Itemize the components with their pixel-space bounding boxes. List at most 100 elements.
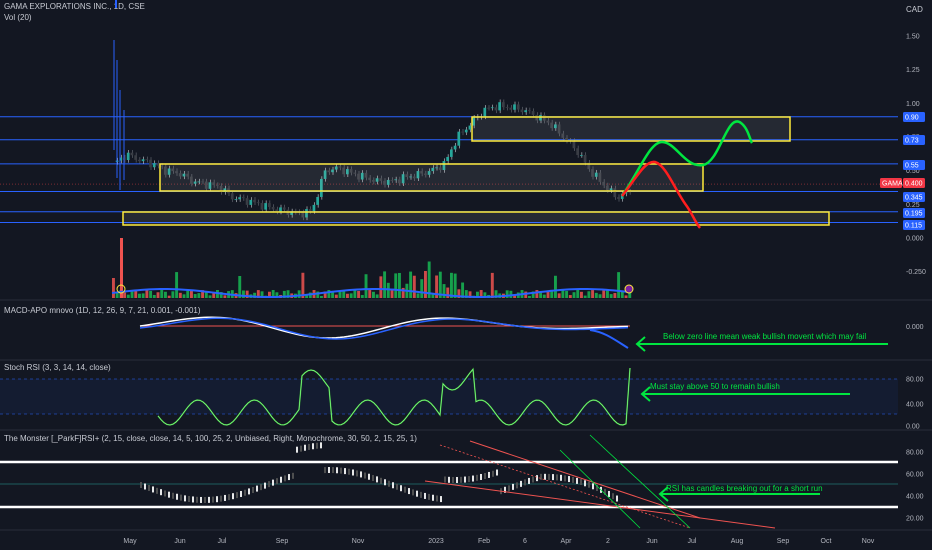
volume-bar (535, 290, 539, 298)
rsi-candle (480, 473, 482, 480)
price-badge-label: 0.90 (905, 115, 919, 122)
rsi-candle (404, 486, 406, 493)
rsi-candle (572, 476, 574, 483)
volume-bar (583, 295, 587, 298)
rsi-candle (192, 496, 194, 503)
rsi-candle (468, 476, 470, 483)
x-axis-label: 2023 (428, 538, 444, 545)
rsi-candle (592, 483, 594, 490)
price-badge-label: 0.73 (905, 138, 919, 145)
rsi-candle (164, 490, 166, 497)
monster-axis-label: 80.00 (906, 450, 924, 457)
rsi-candle (316, 442, 318, 449)
rsi-candle (540, 473, 542, 480)
candle (138, 159, 141, 162)
volume-bar (167, 295, 171, 298)
volume-bar (357, 290, 361, 298)
trendline (439, 444, 691, 529)
rsi-candle (392, 482, 394, 489)
rsi-candle (200, 496, 202, 503)
volume-bar (156, 292, 160, 298)
chart-canvas[interactable]: 1.501.251.000.750.500.250.000-0.2500.900… (0, 0, 932, 550)
rsi-candle (564, 475, 566, 482)
rsi-candle (584, 480, 586, 487)
candle (494, 107, 498, 111)
volume-bar (152, 295, 156, 298)
volume-bar (138, 293, 141, 298)
zone-rect-resistance (471, 116, 791, 142)
stoch-annotation-text: Must stay above 50 to remain bullish (650, 382, 780, 391)
rsi-candle (212, 496, 214, 503)
candle (572, 140, 576, 149)
volume-bar (572, 292, 576, 298)
price-tick-label: 0.000 (906, 236, 924, 243)
candle (271, 206, 275, 210)
rsi-candle (368, 473, 370, 480)
volume-bar (539, 292, 543, 298)
rsi-candle (536, 475, 538, 482)
volume-bar (186, 290, 190, 298)
candle (461, 131, 464, 133)
rsi-candle (432, 494, 434, 501)
rsi-candle (196, 496, 198, 503)
candle (524, 110, 527, 113)
price-badge-label: 0.400 (905, 181, 923, 188)
rsi-candle (416, 490, 418, 497)
volume-bar (624, 295, 628, 298)
volume-bar (580, 291, 583, 298)
volume-bar (123, 292, 127, 298)
rsi-candle (360, 471, 362, 478)
candle (505, 107, 509, 108)
rsi-candle (428, 493, 430, 500)
zone-rect-consolidation (159, 163, 704, 192)
volume-bar (554, 275, 557, 298)
rsi-candle (448, 476, 450, 483)
rsi-candle (560, 474, 562, 481)
rsi-candle (544, 473, 546, 480)
volume-bar (175, 272, 179, 298)
rsi-candle (216, 496, 218, 503)
volume-bar (490, 272, 494, 298)
rsi-candle (552, 474, 554, 481)
rsi-candle (372, 475, 374, 482)
monster-annotation-text: RSI has candles breaking out for a short… (666, 484, 823, 493)
x-axis-label: Jun (174, 538, 185, 545)
x-axis-label: Nov (862, 538, 875, 545)
rsi-candle (568, 476, 570, 483)
stoch-axis-label: 40.00 (906, 402, 924, 409)
candle (617, 197, 620, 199)
x-axis-label: 2 (606, 538, 610, 545)
volume-bar (398, 272, 401, 298)
volume-bar (149, 290, 153, 298)
volume-bar (409, 271, 413, 298)
volume-bar (565, 290, 569, 298)
candle (152, 163, 156, 168)
volume-bar (446, 287, 450, 298)
rsi-candle (180, 494, 182, 501)
rsi-candle (328, 467, 330, 474)
volume-bar (386, 282, 390, 298)
rsi-candle (612, 493, 614, 500)
rsi-candle (356, 470, 358, 477)
rsi-candle (284, 475, 286, 482)
candle (583, 154, 587, 163)
volume-bar (368, 290, 372, 298)
candle (282, 207, 286, 210)
rsi-candle (156, 487, 158, 494)
rsi-candle (488, 471, 490, 478)
rsi-candle (528, 477, 530, 484)
volume-bar (598, 294, 602, 298)
rsi-candle (516, 482, 518, 489)
rsi-candle (300, 445, 302, 452)
candle (528, 110, 531, 112)
monster-axis-label: 20.00 (906, 516, 924, 523)
rsi-candle (312, 443, 314, 450)
rsi-candle (436, 495, 438, 502)
price-badge-label: 0.195 (905, 211, 923, 218)
stoch-axis-label: 0.00 (906, 424, 920, 431)
rsi-candle (236, 492, 238, 499)
candle (234, 199, 238, 201)
rsi-candle (424, 492, 426, 499)
candle (520, 109, 524, 113)
rsi-candle (140, 482, 142, 488)
